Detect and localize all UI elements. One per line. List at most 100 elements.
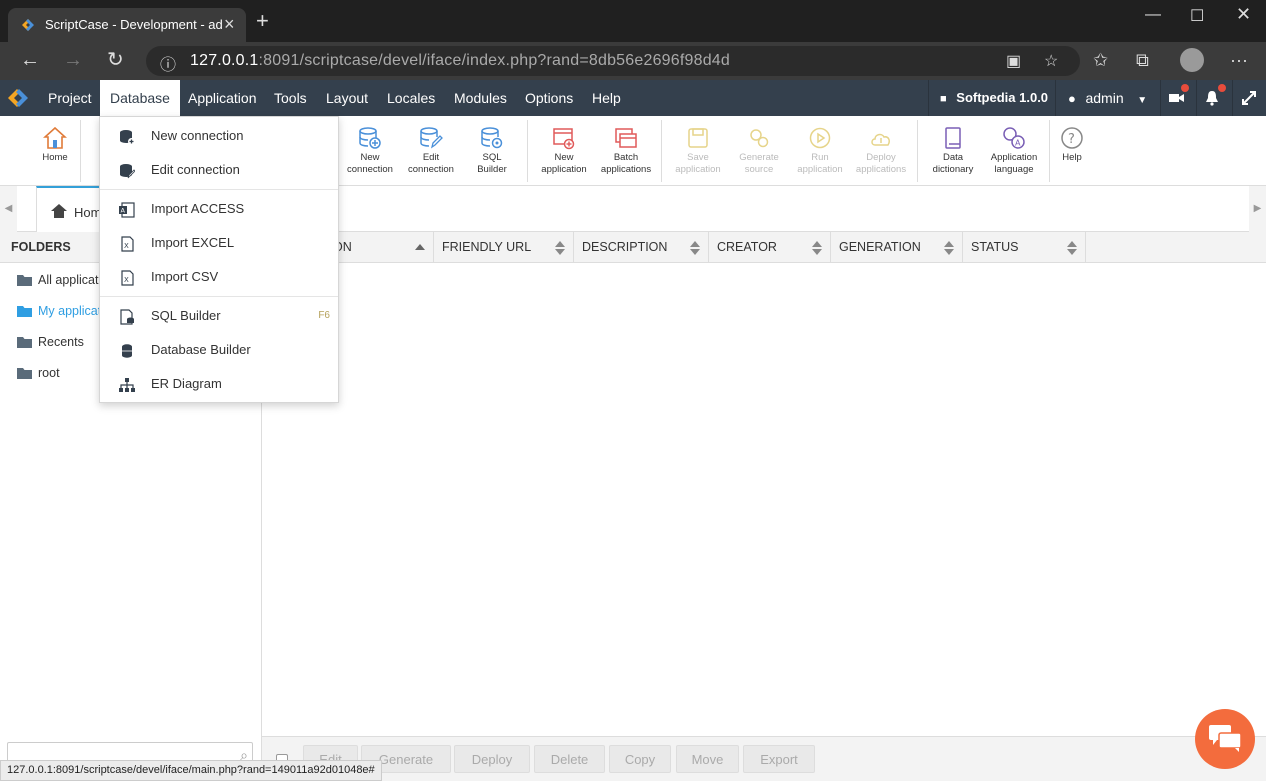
profile-avatar[interactable]	[1180, 48, 1204, 72]
notification-badge	[1218, 84, 1226, 92]
column-generation[interactable]: GENERATION	[831, 232, 963, 263]
play-icon	[809, 127, 831, 149]
export-button[interactable]: Export	[743, 745, 815, 773]
copy-button[interactable]: Copy	[609, 745, 671, 773]
close-tab-icon[interactable]: ×	[224, 14, 235, 35]
new-connection-button[interactable]: New connection	[340, 116, 400, 186]
data-dictionary-button[interactable]: Data dictionary	[923, 116, 983, 186]
new-tab-icon[interactable]: +	[256, 10, 269, 32]
database-gear-icon	[481, 127, 503, 149]
database-edit-icon	[420, 127, 443, 149]
column-creator[interactable]: CREATOR	[709, 232, 831, 263]
deploy-applications-button[interactable]: Deploy applications	[851, 116, 911, 186]
minimize-window-icon[interactable]: —	[1145, 6, 1161, 24]
menu-options[interactable]: Options	[515, 80, 583, 116]
site-info-icon[interactable]: ⓘ	[160, 51, 176, 75]
save-application-button[interactable]: Save application	[668, 116, 728, 186]
menu-tools[interactable]: Tools	[264, 80, 317, 116]
save-icon	[688, 128, 708, 148]
app-menubar: Project Database Application Tools Layou…	[0, 80, 1266, 116]
more-menu-icon[interactable]: ···	[1230, 50, 1248, 71]
menu-layout[interactable]: Layout	[316, 80, 378, 116]
menubar-divider	[1055, 80, 1056, 116]
favorite-star-icon[interactable]: ☆	[1044, 51, 1058, 71]
dropdown-er-diagram[interactable]: ER Diagram	[100, 369, 338, 399]
database-add-icon	[359, 127, 381, 149]
scroll-right-icon[interactable]: ▶	[1249, 186, 1266, 232]
dropdown-edit-connection[interactable]: Edit connection	[100, 155, 338, 185]
edit-connection-button[interactable]: Edit connection	[401, 116, 461, 186]
csv-file-icon: X	[121, 270, 134, 286]
translate-icon: A	[1003, 127, 1025, 149]
scriptcase-logo-icon[interactable]	[6, 86, 30, 110]
scroll-left-icon[interactable]: ◀	[0, 186, 17, 232]
excel-file-icon: X	[121, 236, 134, 252]
dropdown-divider	[100, 189, 338, 190]
folder-icon	[17, 306, 32, 317]
folder-icon: ■	[940, 93, 947, 105]
column-friendly-url[interactable]: FRIENDLY URL	[434, 232, 574, 263]
sitemap-icon	[119, 378, 135, 392]
new-application-button[interactable]: New application	[534, 116, 594, 186]
maximize-window-icon[interactable]: ☐	[1190, 6, 1204, 26]
favorites-icon[interactable]: ✩	[1093, 50, 1108, 71]
sql-builder-button[interactable]: SQL Builder	[462, 116, 522, 186]
dropdown-sql-builder[interactable]: SQL Builder F6	[100, 301, 338, 331]
svg-text:X: X	[124, 276, 129, 284]
dropdown-database-builder[interactable]: Database Builder	[100, 335, 338, 365]
database-icon	[122, 344, 132, 358]
menubar-divider	[1232, 80, 1233, 116]
menubar-divider	[1160, 80, 1161, 116]
generate-source-button[interactable]: Generate source	[729, 116, 789, 186]
column-description[interactable]: DESCRIPTION	[574, 232, 709, 263]
toolbar-divider	[80, 120, 81, 182]
batch-applications-button[interactable]: Batch applications	[596, 116, 656, 186]
fullscreen-icon[interactable]	[1242, 91, 1256, 105]
folder-icon	[17, 275, 32, 286]
home-icon	[43, 126, 67, 149]
toolbar-divider	[917, 120, 918, 182]
sql-file-icon	[120, 309, 134, 325]
sort-icon	[555, 241, 565, 255]
project-selector[interactable]: ■ Softpedia 1.0.0	[940, 80, 1048, 116]
delete-button[interactable]: Delete	[534, 745, 605, 773]
browser-tab[interactable]: ScriptCase - Development - admin ×	[8, 8, 246, 42]
deploy-button[interactable]: Deploy	[454, 745, 530, 773]
help-button[interactable]: ? Help	[1042, 116, 1102, 186]
close-window-icon[interactable]: ✕	[1236, 4, 1251, 25]
url-field[interactable]: ⓘ 127.0.0.1:8091/scriptcase/devel/iface/…	[146, 46, 1080, 76]
caret-down-icon: ▼	[1137, 95, 1148, 106]
chat-button[interactable]	[1195, 709, 1255, 769]
dropdown-divider	[100, 296, 338, 297]
dropdown-import-access[interactable]: A Import ACCESS	[100, 194, 338, 224]
column-status[interactable]: STATUS	[963, 232, 1086, 263]
collections-icon[interactable]: ⧉	[1136, 50, 1149, 71]
home-button[interactable]: Home	[25, 116, 85, 186]
menu-application[interactable]: Application	[178, 80, 267, 116]
menu-modules[interactable]: Modules	[444, 80, 517, 116]
chat-icon	[1209, 725, 1241, 752]
dropdown-new-connection[interactable]: New connection	[100, 121, 338, 151]
menu-locales[interactable]: Locales	[377, 80, 445, 116]
menu-help[interactable]: Help	[582, 80, 631, 116]
video-icon[interactable]	[1169, 91, 1185, 105]
scriptcase-favicon-icon	[22, 19, 34, 31]
application-language-button[interactable]: A Application language	[984, 116, 1044, 186]
dropdown-import-excel[interactable]: X Import EXCEL	[100, 228, 338, 258]
toolbar-divider	[527, 120, 528, 182]
svg-text:?: ?	[1068, 132, 1075, 147]
menu-database[interactable]: Database	[100, 80, 180, 116]
gears-icon	[750, 129, 769, 148]
back-icon[interactable]: ←	[20, 50, 40, 70]
menu-project[interactable]: Project	[38, 80, 102, 116]
user-menu[interactable]: ● admin ▼	[1068, 80, 1147, 116]
move-button[interactable]: Move	[676, 745, 739, 773]
run-application-button[interactable]: Run application	[790, 116, 850, 186]
sort-icon	[1067, 241, 1077, 255]
camera-blocked-icon[interactable]: ▣	[1006, 51, 1021, 71]
dropdown-import-csv[interactable]: X Import CSV	[100, 262, 338, 292]
menubar-divider	[1196, 80, 1197, 116]
forward-icon[interactable]: →	[63, 50, 83, 70]
bell-icon[interactable]	[1205, 90, 1219, 106]
reload-icon[interactable]: ↻	[107, 50, 124, 70]
